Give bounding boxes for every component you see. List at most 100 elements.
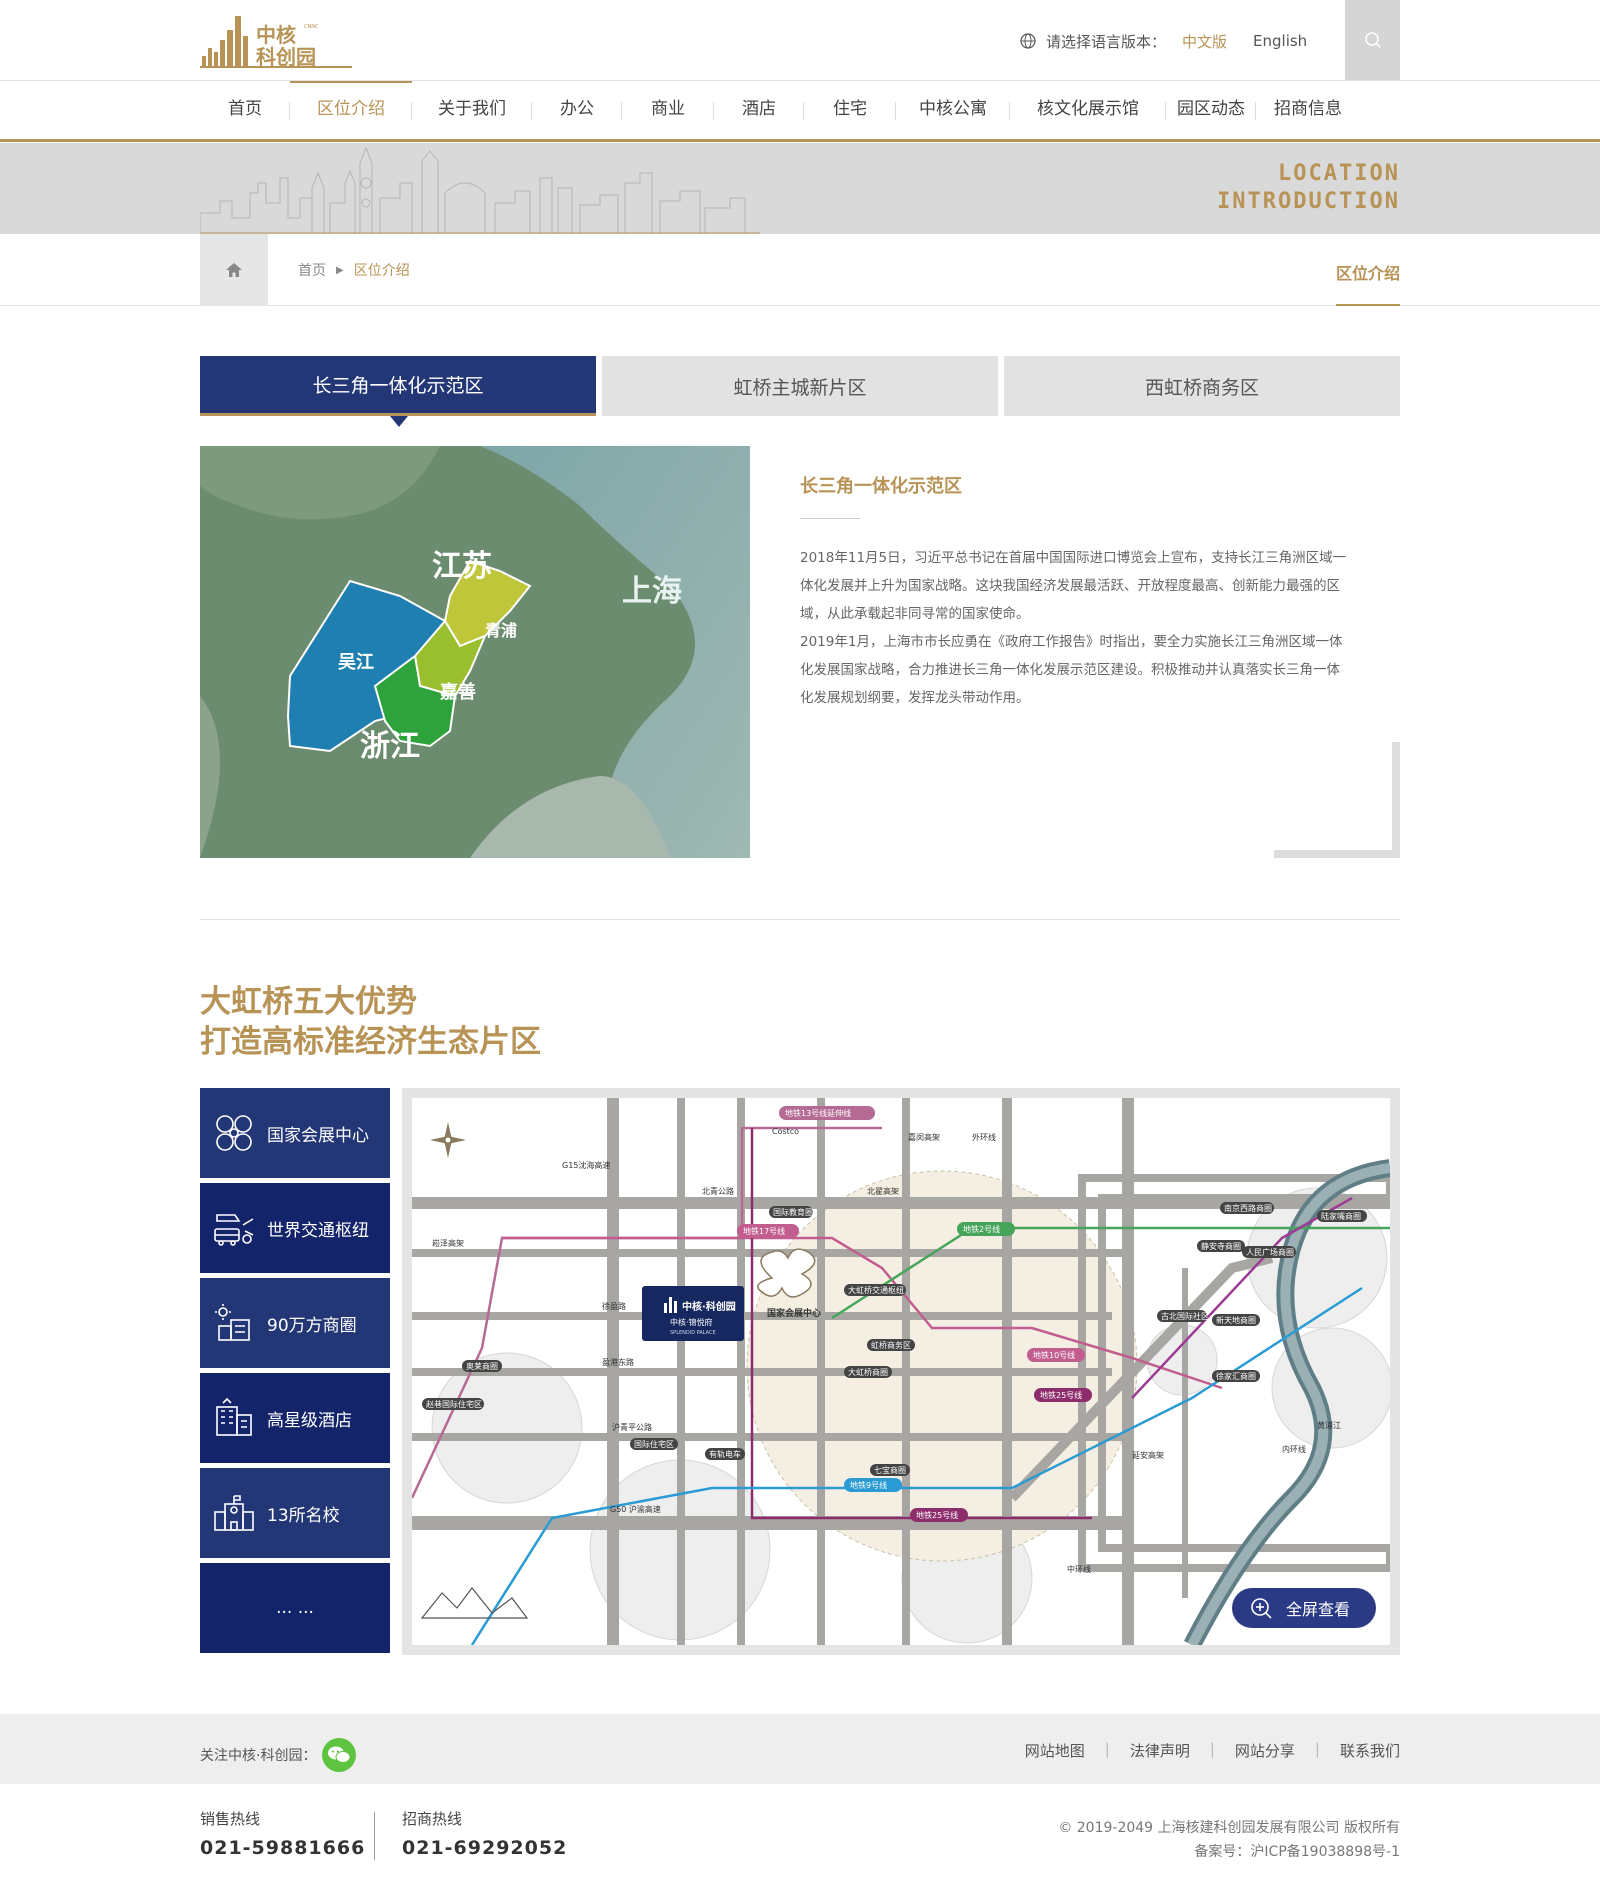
nav-item[interactable]: 酒店 [714,81,804,139]
advantage-more[interactable]: ... ... [200,1563,390,1653]
intro-paragraph: 2018年11月5日，习近平总书记在首届中国国际进口博览会上宣布，支持长江三角洲… [800,550,1347,622]
place-zhaoxiang: 赵巷国际住宅区 [426,1399,482,1409]
hotel-icon [216,1397,252,1436]
intro-paragraph: 2019年1月，上海市市长应勇在《政府工作报告》时指出，要全力实施长江三角洲区域… [800,634,1343,706]
advantage-label: 13所名校 [267,1505,340,1526]
breadcrumb-home-link[interactable]: 首页 [298,260,326,280]
nav-item[interactable]: 住宅 [804,81,896,139]
nav-item-label: 住宅 [833,99,867,119]
advantage-transport-hub[interactable]: 世界交通枢纽 [200,1183,390,1273]
footer-link[interactable]: 网站地图 [1025,1740,1085,1761]
place-costco: Costco [772,1127,799,1136]
tab-delta-demo-zone[interactable]: 长三角一体化示范区 [200,356,596,427]
road-beizhai: 北翟高架 [867,1186,899,1196]
road-neihuan: 内环线 [1282,1444,1306,1454]
label-wujiang: 吴江 [338,652,374,673]
nav-item[interactable]: 园区动态 [1166,81,1256,139]
svg-text:科创园: 科创园 [256,45,316,69]
copyright: © 2019-2049 上海核建科创园发展有限公司 版权所有 备案号：沪ICP备… [1058,1816,1400,1864]
advantage-shopping-district[interactable]: 90万方商圈 [200,1278,390,1368]
zoom-in-icon [1251,1598,1272,1619]
breadcrumb: 首页 ▶ 区位介绍 [298,260,410,280]
nav-item-label: 招商信息 [1274,99,1342,119]
nav-item-label: 园区动态 [1177,99,1245,119]
nav-item[interactable]: 招商信息 [1256,81,1360,139]
investment-hotline: 招商热线 021-69292052 [402,1808,567,1859]
nav-item-label: 区位介绍 [317,99,385,119]
intro-divider [800,518,860,519]
region-satellite-map: 江苏 上海 青浦 吴江 嘉善 浙江 [200,446,750,858]
nav-item[interactable]: 核文化展示馆 [1010,81,1166,139]
sales-hotline-label: 销售热线 [200,1810,261,1828]
project-sub-text: 中核·锦悦府 [670,1317,713,1327]
intro-body: 2018年11月5日，习近平总书记在首届中国国际进口博览会上宣布，支持长江三角洲… [800,544,1350,712]
road-xuying: 徐盈路 [602,1301,626,1311]
investment-hotline-label: 招商热线 [402,1810,463,1828]
place-intl-edu: 国际教育圈 [773,1207,813,1217]
place-dahongqiao: 大虹桥商圈 [848,1367,888,1377]
nav-item[interactable]: 办公 [532,81,622,139]
area-map-graphic: 地铁13号线延伸线 地铁17号线 地铁2号线 地铁25号线 地铁10号线 地铁9… [412,1098,1390,1645]
more-label: ... ... [276,1598,314,1618]
copyright-text: © 2019-2049 上海核建科创园发展有限公司 版权所有 [1058,1820,1400,1836]
nav-item[interactable]: 中核公寓 [896,81,1010,139]
svg-text:CNNC: CNNC [304,24,319,30]
footer-bottom: 销售热线 021-59881666 招商热线 021-69292052 © 20… [0,1784,1600,1884]
school-icon [214,1495,254,1531]
metro-label-9: 地铁9号线 [850,1480,887,1490]
advantage-expo-center[interactable]: 国家会展中心 [200,1088,390,1178]
advantages-heading: 大虹桥五大优势 [200,984,417,1020]
nav-item[interactable]: 区位介绍 [290,81,412,139]
breadcrumb-bar: 首页 ▶ 区位介绍 区位介绍 [0,234,1600,306]
site-logo[interactable]: 中核 科创园 CNNC [200,10,360,70]
advantage-label: 90万方商圈 [267,1315,357,1336]
metro-label-13: 地铁13号线延伸线 [785,1108,851,1118]
place-nanjingxi: 南京西路商圈 [1224,1203,1272,1213]
metro-label-10: 地铁10号线 [1033,1350,1075,1360]
region-tabs: 长三角一体化示范区 虹桥主城新片区 西虹桥商务区 [200,356,1400,427]
breadcrumb-arrow-icon: ▶ [336,264,344,276]
footer-link[interactable]: 联系我们 [1340,1740,1400,1761]
road-yinggang: 盈港东路 [602,1357,634,1367]
road-zhonghuan: 中环线 [1067,1564,1091,1574]
nav-item[interactable]: 商业 [622,81,714,139]
project-logo-text: 中核·科创园 [682,1300,736,1313]
hongqiao-area-map[interactable]: 地铁13号线延伸线 地铁17号线 地铁2号线 地铁25号线 地铁10号线 地铁9… [402,1088,1400,1655]
svg-text:中核: 中核 [256,23,296,47]
language-label: 请选择语言版本： [1046,32,1167,51]
project-en-text: SPLENDID PALACE [670,1330,716,1336]
lang-english-link[interactable]: English [1253,32,1307,50]
tab-west-hongqiao[interactable]: 西虹桥商务区 [1004,356,1400,416]
globe-icon [1020,33,1036,49]
place-gubei: 古北国际社区 [1161,1311,1209,1321]
place-aolai: 奥莱商圈 [466,1361,498,1371]
advantage-hotel[interactable]: 高星级酒店 [200,1373,390,1463]
fullscreen-view-button[interactable]: 全屏查看 [1232,1588,1376,1628]
banner-title-line2: INTRODUCTION [1217,189,1400,214]
nav-item-label: 商业 [651,99,685,119]
footer-link-separator: | [1314,1740,1320,1758]
place-expo: 国家会展中心 [767,1307,821,1319]
sales-hotline-number: 021-59881666 [200,1837,366,1859]
road-huangpu: 黄浦江 [1317,1420,1341,1430]
wechat-icon[interactable] [322,1738,357,1772]
investment-hotline-number: 021-69292052 [402,1837,568,1859]
nav-item-label: 中核公寓 [919,99,987,119]
search-button[interactable] [1345,0,1400,80]
nav-item-label: 首页 [228,99,262,119]
place-jingan: 静安寺商圈 [1201,1241,1241,1251]
city-skyline-graphic [200,146,760,234]
place-lujiazui: 陆家嘴商圈 [1321,1211,1361,1221]
home-button[interactable] [200,234,268,306]
expo-center-marker: 国家会展中心 [757,1248,821,1319]
footer-link[interactable]: 网站分享 [1235,1740,1295,1761]
nav-item[interactable]: 首页 [200,81,290,139]
nav-item[interactable]: 关于我们 [412,81,532,139]
advantage-label: 高星级酒店 [267,1410,352,1431]
advantage-schools[interactable]: 13所名校 [200,1468,390,1558]
footer-link[interactable]: 法律声明 [1130,1740,1190,1761]
follow-wechat: 关注中核·科创园： [200,1738,357,1772]
tab-hongqiao-new-area[interactable]: 虹桥主城新片区 [602,356,998,416]
intro-title: 长三角一体化示范区 [800,476,962,497]
lang-chinese-link[interactable]: 中文版 [1182,31,1227,52]
